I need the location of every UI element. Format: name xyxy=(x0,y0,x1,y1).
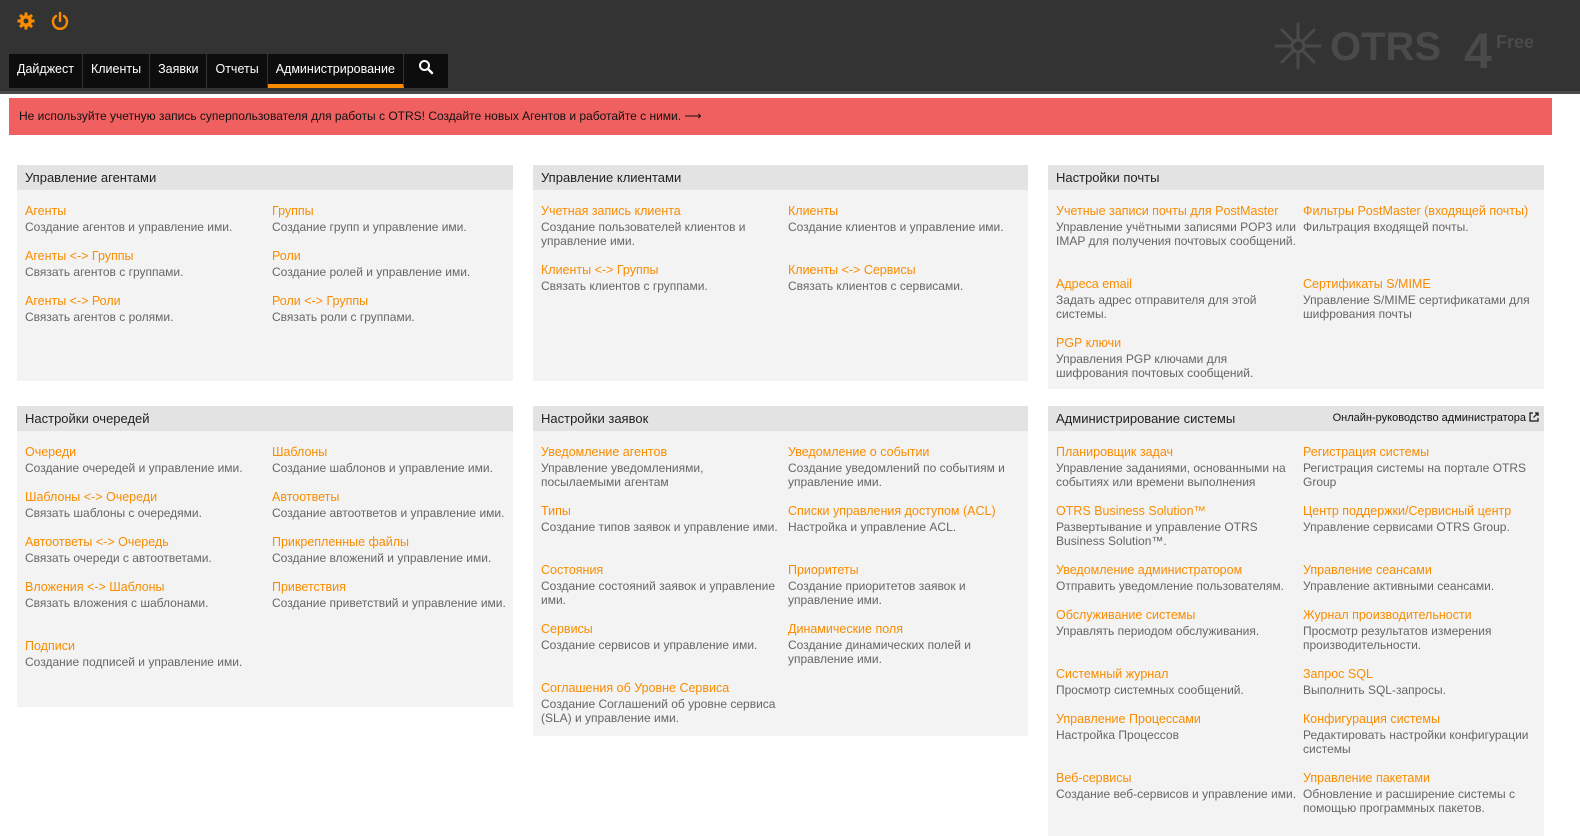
widget-title: Настройки очередей xyxy=(17,406,513,431)
admin-entry: Приветствия Создание приветствий и управл… xyxy=(272,580,506,610)
widget-ticket-settings: Настройки заявок Уведомление агентов Упра… xyxy=(533,406,1028,736)
widget-title: Настройки заявок xyxy=(533,406,1028,431)
nav-search-button[interactable] xyxy=(404,54,448,88)
admin-entry: Приоритеты Создание приоритетов заявок и … xyxy=(788,563,966,607)
admin-entry: Учетные записи почты для PostMaster Управ… xyxy=(1056,204,1296,248)
svg-text:Free: Free xyxy=(1496,32,1534,52)
admin-entry: Сертификаты S/MIME Управление S/MIME серт… xyxy=(1303,277,1530,321)
admin-entry: Центр поддержки/Сервисный центр Управлени… xyxy=(1303,504,1512,534)
widget-title: Управление клиентами xyxy=(533,165,1028,190)
admin-entry: Прикрепленные файлы Создание вложений и у… xyxy=(272,535,492,565)
admin-entry: Клиенты <-> Сервисы Связать клиентов с се… xyxy=(788,263,964,293)
admin-entry: Веб-сервисы Создание веб-сервисов и управ… xyxy=(1056,771,1297,801)
gear-icon[interactable] xyxy=(16,11,36,31)
admin-entry: PGP ключи Управления PGP ключами для шифр… xyxy=(1056,336,1254,380)
nav-tickets[interactable]: Заявки xyxy=(150,54,208,88)
admin-entry: Состояния Создание состояний заявок и упр… xyxy=(541,563,775,607)
widget-title: Настройки почты xyxy=(1048,165,1544,190)
widget-email-settings: Настройки почты Учетные записи почты для… xyxy=(1048,165,1544,389)
admin-entry: Типы Создание типов заявок и управление и… xyxy=(541,504,778,534)
admin-entry: Шаблоны Создание шаблонов и управление им… xyxy=(272,445,493,475)
admin-entry: Конфигурация системы Редактировать настро… xyxy=(1303,712,1529,756)
otrs-logo: OTRS 4 Free xyxy=(1268,18,1538,79)
admin-entry: Сервисы Создание сервисов и управление им… xyxy=(541,622,758,652)
admin-entry: Управление пакетами Обновление и расширен… xyxy=(1303,771,1515,815)
admin-entry: Вложения <-> Шаблоны Связать вложения с ш… xyxy=(25,580,209,610)
admin-entry: Группы Создание групп и управление ими. xyxy=(272,204,467,234)
admin-entry: Агенты <-> Роли Связать агентов с ролями. xyxy=(25,294,174,324)
admin-entry: Журнал производительности Просмотр резуль… xyxy=(1303,608,1492,652)
admin-entry: Уведомление администратором Отправить уве… xyxy=(1056,563,1284,593)
widget-header: Администрирование системы Онлайн-руковод… xyxy=(1048,406,1544,431)
external-link-icon xyxy=(1529,412,1539,424)
admin-entry: Системный журнал Просмотр системных сообщ… xyxy=(1056,667,1244,697)
header-divider xyxy=(0,91,1580,94)
admin-entry: Агенты Создание агентов и управление ими. xyxy=(25,204,233,234)
admin-entry: Автоответы Создание автоответов и управле… xyxy=(272,490,505,520)
admin-entry: Списки управления доступом (ACL) Настройк… xyxy=(788,504,996,534)
admin-entry: Соглашения об Уровне Сервиса Создание Сог… xyxy=(541,681,776,725)
admin-entry: Очереди Создание очередей и управление им… xyxy=(25,445,243,475)
admin-entry: Клиенты Создание клиентов и управление им… xyxy=(788,204,1004,234)
widget-customer-management: Управление клиентами Учетная запись клие… xyxy=(533,165,1028,381)
power-icon[interactable] xyxy=(50,11,70,31)
admin-entry: Регистрация системы Регистрация системы н… xyxy=(1303,445,1527,489)
nav-dashboard[interactable]: Дайджест xyxy=(9,54,83,88)
admin-entry: Автоответы <-> Очередь Связать очереди с … xyxy=(25,535,212,565)
admin-entry: Управление сеансами Управление активными … xyxy=(1303,563,1495,593)
admin-entry: Клиенты <-> Группы Связать клиентов с гру… xyxy=(541,263,708,293)
superuser-notice: Не используйте учетную запись суперпольз… xyxy=(9,98,1552,135)
admin-entry: Динамические поля Создание динамических п… xyxy=(788,622,971,666)
widget-system-administration: Администрирование системы Онлайн-руковод… xyxy=(1048,406,1544,836)
admin-entry: Шаблоны <-> Очереди Связать шаблоны с оче… xyxy=(25,490,202,520)
search-icon xyxy=(418,56,434,86)
widget-queue-settings: Настройки очередей Очереди Создание очере… xyxy=(17,406,513,707)
svg-text:4: 4 xyxy=(1464,23,1492,74)
admin-entry: Управление Процессами Настройка Процессов xyxy=(1056,712,1201,742)
admin-entry: Подписи Создание подписей и управление им… xyxy=(25,639,243,669)
main-navigation: Дайджест Клиенты Заявки Отчеты Администр… xyxy=(9,54,448,88)
notice-link[interactable]: Не используйте учетную запись суперпольз… xyxy=(19,109,702,123)
widget-title: Управление агентами xyxy=(17,165,513,190)
admin-entry: Планировщик задач Управление заданиями, о… xyxy=(1056,445,1286,489)
admin-manual-link[interactable]: Онлайн-руководство администратора xyxy=(1333,406,1539,431)
nav-reports[interactable]: Отчеты xyxy=(207,54,268,88)
top-header: Дайджест Клиенты Заявки Отчеты Администр… xyxy=(0,0,1580,91)
admin-entry: Запрос SQL Выполнить SQL-запросы. xyxy=(1303,667,1446,697)
nav-customers[interactable]: Клиенты xyxy=(83,54,151,88)
admin-entry: Агенты <-> Группы Связать агентов с групп… xyxy=(25,249,184,279)
nav-admin[interactable]: Администрирование xyxy=(267,54,404,88)
admin-entry: Роли <-> Группы Связать роли с группами. xyxy=(272,294,415,324)
admin-entry: Роли Создание ролей и управление ими. xyxy=(272,249,471,279)
widget-agent-management: Управление агентами Агенты Создание агент… xyxy=(17,165,513,381)
admin-entry: Уведомление агентов Управление уведомлени… xyxy=(541,445,704,489)
admin-entry: Уведомление о событии Создание уведомлени… xyxy=(788,445,1005,489)
admin-entry: OTRS Business Solution™ Развертывание и у… xyxy=(1056,504,1258,548)
admin-entry: Фильтры PostMaster (входящей почты) Фильт… xyxy=(1303,204,1529,234)
widget-title: Администрирование системы xyxy=(1056,411,1236,426)
admin-entry: Учетная запись клиента Создание пользоват… xyxy=(541,204,746,248)
admin-entry: Адреса email Задать адрес отправителя для… xyxy=(1056,277,1257,321)
svg-text:OTRS: OTRS xyxy=(1330,25,1441,69)
admin-entry: Обслуживание системы Управлять периодом о… xyxy=(1056,608,1260,638)
